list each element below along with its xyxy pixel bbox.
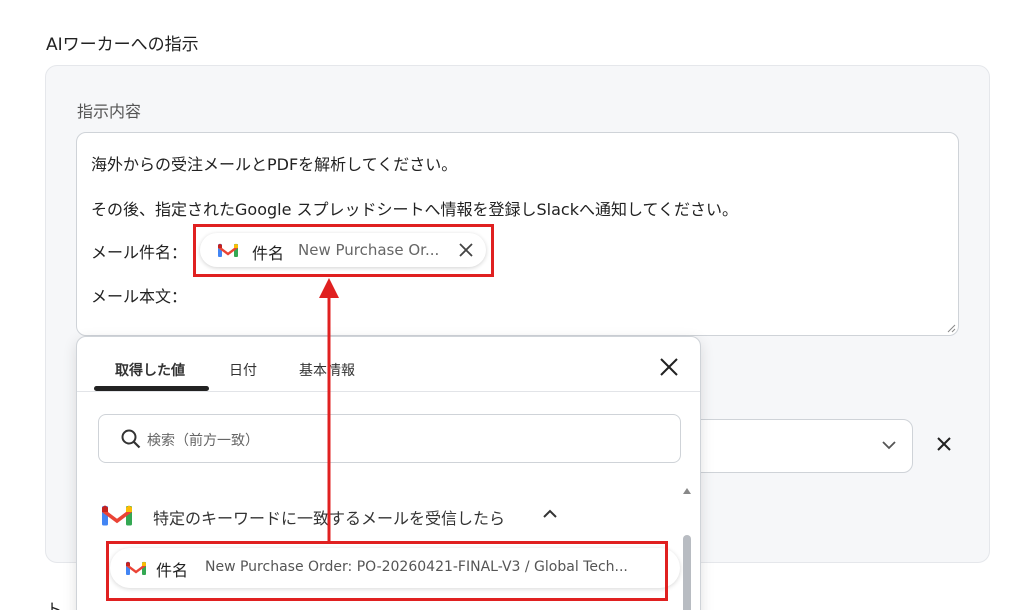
scroll-up-icon[interactable] (682, 487, 692, 495)
search-input[interactable]: 検索（前方一致） (98, 414, 681, 463)
close-icon[interactable] (659, 357, 679, 377)
scrollbar-thumb[interactable] (683, 535, 691, 610)
instruction-line-1: 海外からの受注メールとPDFを解析してください。 (91, 155, 458, 174)
section-title: AIワーカーへの指示 (46, 35, 199, 55)
mail-body-label: メール本文： (91, 287, 188, 306)
remove-icon[interactable] (936, 436, 952, 452)
tab-retrieved-values[interactable]: 取得した値 (115, 360, 185, 380)
mail-subject-label: メール件名： (91, 243, 188, 262)
arrow-annotation (319, 278, 339, 542)
search-icon (121, 429, 141, 449)
chevron-down-icon (882, 441, 896, 450)
tabs-divider (77, 391, 700, 392)
instruction-line-2: その後、指定されたGoogle スプレッドシートへ情報を登録しSlackへ通知し… (91, 200, 739, 219)
select-field[interactable] (686, 419, 913, 473)
next-section-fragment: ト (46, 600, 63, 610)
gmail-icon (102, 505, 132, 526)
highlight-box-result (106, 541, 668, 601)
tab-date[interactable]: 日付 (229, 360, 257, 380)
resize-grip-icon[interactable] (947, 324, 956, 333)
chevron-up-icon[interactable] (543, 509, 557, 519)
instruction-label: 指示内容 (77, 102, 142, 121)
trigger-group-header[interactable]: 特定のキーワードに一致するメールを受信したら (77, 497, 677, 533)
search-placeholder: 検索（前方一致） (147, 433, 259, 449)
